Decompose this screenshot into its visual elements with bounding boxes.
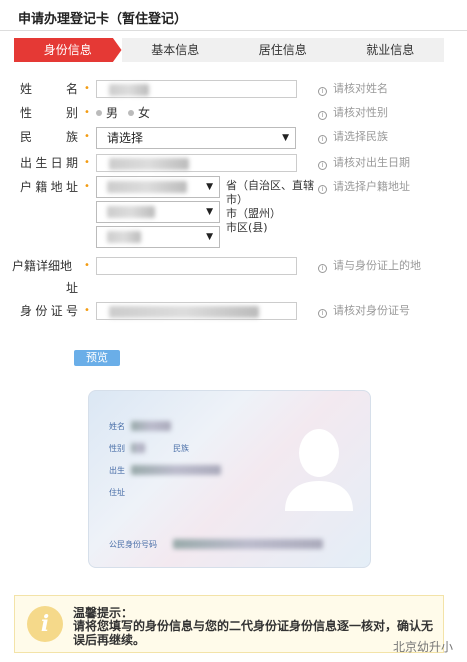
tab-residence-info[interactable]: 居住信息 bbox=[229, 38, 337, 62]
name-row: 姓 名 • i 请核对姓名 bbox=[0, 78, 467, 102]
hukou-level-labels: 省（自治区、直辖市） 市（盟州） 市区(县) bbox=[226, 179, 314, 234]
id-number-label: 身份证号 bbox=[20, 304, 78, 318]
name-label: 姓 名 bbox=[20, 82, 78, 96]
hukou-detail-label: 户籍详细地 bbox=[12, 259, 73, 273]
card-birth-label: 出生 bbox=[109, 466, 125, 475]
redacted-text bbox=[131, 443, 145, 453]
redacted-text bbox=[109, 158, 189, 170]
card-ethnicity-label: 民族 bbox=[173, 444, 189, 453]
hukou-detail-hint: i 请与身份证上的地 bbox=[318, 255, 421, 277]
dropdown-arrow-icon: ▼ bbox=[206, 232, 213, 242]
gender-female-radio[interactable]: 女 bbox=[128, 102, 150, 124]
birthdate-label: 出生日期 bbox=[20, 156, 78, 170]
info-icon: i bbox=[318, 111, 327, 120]
card-gender-label: 性别 bbox=[109, 444, 125, 453]
hukou-detail-label-cont: 址 bbox=[66, 281, 79, 295]
redacted-text bbox=[107, 206, 155, 218]
name-input[interactable] bbox=[96, 80, 297, 98]
tip-text: 请将您填写的身份信息与您的二代身份证身份信息逐一核对，确认无误后再继续。 bbox=[73, 619, 434, 647]
dropdown-arrow-icon: ▼ bbox=[206, 207, 213, 217]
id-card-preview: 姓名 性别 民族 出生 住址 公民身份号码 bbox=[88, 390, 371, 568]
ethnicity-label: 民 族 bbox=[20, 130, 78, 144]
portrait-silhouette-icon bbox=[285, 429, 353, 511]
required-marker: • bbox=[84, 131, 90, 142]
info-icon: i bbox=[318, 264, 327, 273]
ethnicity-select[interactable]: 请选择 ▼ bbox=[96, 127, 296, 149]
required-marker: • bbox=[84, 107, 90, 118]
name-hint: i 请核对姓名 bbox=[318, 78, 388, 100]
id-number-hint: i 请核对身份证号 bbox=[318, 300, 410, 322]
gender-label: 性 别 bbox=[20, 106, 78, 120]
redacted-text bbox=[109, 84, 149, 96]
tab-identity-info[interactable]: 身份信息 bbox=[14, 38, 122, 62]
watermark: 北京幼升小 bbox=[392, 640, 453, 654]
hukou-hint: i 请选择户籍地址 bbox=[318, 176, 410, 198]
card-name-label: 姓名 bbox=[109, 422, 125, 431]
birthdate-row: 出生日期 • i 请核对出生日期 bbox=[0, 152, 467, 176]
id-number-input[interactable] bbox=[96, 302, 297, 320]
card-address-label: 住址 bbox=[109, 488, 125, 497]
info-icon: i bbox=[318, 161, 327, 170]
district-select[interactable]: ▼ bbox=[96, 226, 220, 248]
page-header-title: 申请办理登记卡（暂住登记） bbox=[18, 12, 188, 27]
province-select[interactable]: ▼ bbox=[96, 176, 220, 198]
hukou-label: 户籍地址 bbox=[20, 180, 78, 194]
step-tabs: 身份信息 基本信息 居住信息 就业信息 bbox=[14, 38, 444, 62]
header-divider bbox=[0, 30, 467, 31]
hukou-row: 户籍地址 • ▼ ▼ ▼ 省（自治区、直辖市） 市（盟州） 市区(县) i 请选择户籍… bbox=[0, 176, 467, 256]
gender-hint: i 请核对性别 bbox=[318, 102, 388, 124]
tip-notice: i 温馨提示： 请将您填写的身份信息与您的二代身份证身份信息逐一核对，确认无误后… bbox=[14, 595, 444, 653]
ethnicity-row: 民 族 • 请选择 ▼ i 请选择民族 bbox=[0, 126, 467, 150]
id-number-row: 身份证号 • i 请核对身份证号 bbox=[0, 300, 467, 324]
required-marker: • bbox=[84, 305, 90, 316]
redacted-text bbox=[131, 465, 221, 475]
required-marker: • bbox=[84, 260, 90, 271]
required-marker: • bbox=[84, 83, 90, 94]
redacted-text bbox=[131, 421, 171, 431]
tab-basic-info[interactable]: 基本信息 bbox=[121, 38, 229, 62]
info-icon: i bbox=[27, 606, 63, 642]
redacted-text bbox=[107, 181, 187, 193]
redacted-text bbox=[173, 539, 323, 549]
hukou-detail-row: 户籍详细地 址 • i 请与身份证上的地 bbox=[0, 255, 467, 299]
ethnicity-hint: i 请选择民族 bbox=[318, 126, 388, 148]
preview-button[interactable]: 预览 bbox=[74, 350, 120, 366]
city-select[interactable]: ▼ bbox=[96, 201, 220, 223]
gender-row: 性 别 • 男 女 i 请核对性别 bbox=[0, 102, 467, 126]
gender-male-radio[interactable]: 男 bbox=[96, 102, 118, 124]
dropdown-arrow-icon: ▼ bbox=[282, 133, 289, 143]
info-icon: i bbox=[318, 87, 327, 96]
info-icon: i bbox=[318, 185, 327, 194]
tab-employment-info[interactable]: 就业信息 bbox=[336, 38, 444, 62]
card-id-label: 公民身份号码 bbox=[109, 540, 157, 549]
dropdown-arrow-icon: ▼ bbox=[206, 182, 213, 192]
info-icon: i bbox=[318, 135, 327, 144]
info-icon: i bbox=[318, 309, 327, 318]
redacted-text bbox=[109, 306, 259, 318]
birthdate-input[interactable] bbox=[96, 154, 297, 172]
redacted-text bbox=[107, 231, 141, 243]
hukou-detail-input[interactable] bbox=[96, 257, 297, 275]
required-marker: • bbox=[84, 157, 90, 168]
birthdate-hint: i 请核对出生日期 bbox=[318, 152, 410, 174]
required-marker: • bbox=[84, 181, 90, 192]
